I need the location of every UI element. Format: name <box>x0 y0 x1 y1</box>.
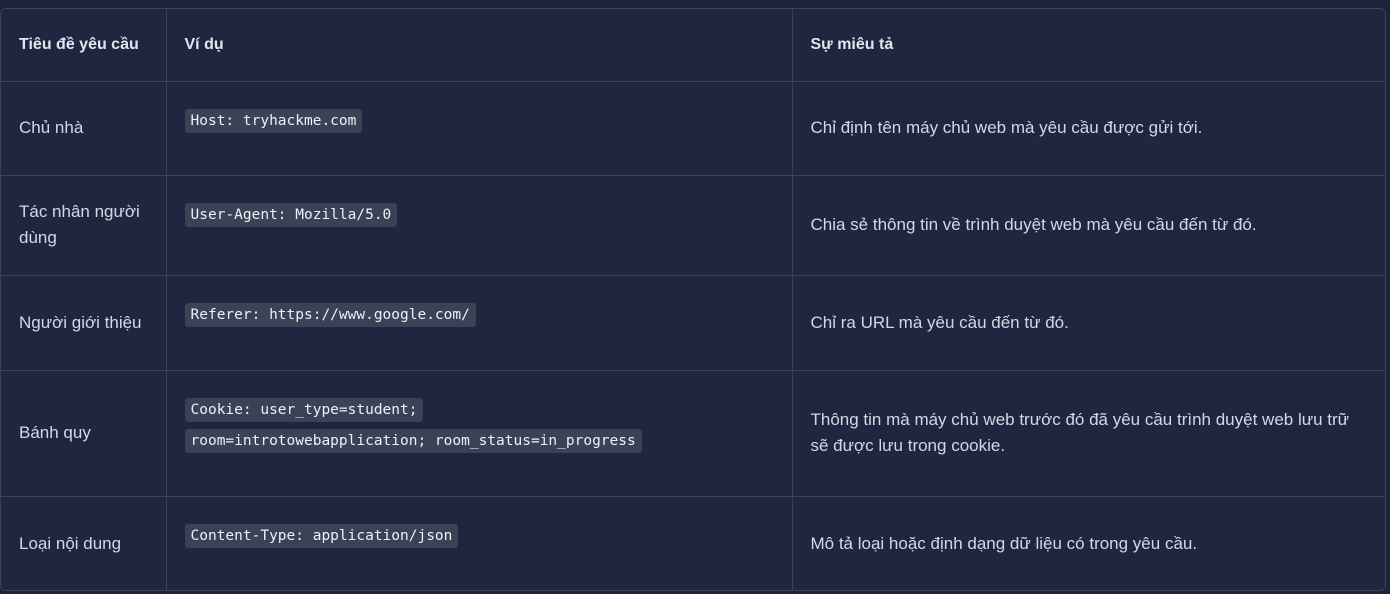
table-header-row: Tiêu đề yêu cầu Ví dụ Sự miêu tả <box>1 9 1385 82</box>
code-snippet: Host: tryhackme.com <box>184 108 363 133</box>
description-cell: Mô tả loại hoặc định dạng dữ liệu có tro… <box>810 533 1198 553</box>
column-header-name: Tiêu đề yêu cầu <box>1 9 167 82</box>
code-snippet: User-Agent: Mozilla/5.0 <box>184 202 398 227</box>
request-headers-table: Tiêu đề yêu cầu Ví dụ Sự miêu tả Chủ nhà… <box>0 8 1386 591</box>
header-name-cell: Chủ nhà <box>1 81 167 176</box>
header-name-cell: Người giới thiệu <box>1 275 167 371</box>
table-row: Tác nhân người dùng User-Agent: Mozilla/… <box>1 175 1385 276</box>
table-row: Chủ nhà Host: tryhackme.com Chỉ định tên… <box>1 81 1385 176</box>
example-cell: Host: tryhackme.com <box>166 81 793 176</box>
column-header-example: Ví dụ <box>166 9 793 82</box>
table-row: Loại nội dung Content-Type: application/… <box>1 496 1385 590</box>
description-cell: Chỉ định tên máy chủ web mà yêu cầu được… <box>792 81 1385 176</box>
description-cell: Thông tin mà máy chủ web trước đó đã yêu… <box>792 370 1385 497</box>
example-cell: Cookie: user_type=student; room=introtow… <box>166 370 793 497</box>
example-cell: Content-Type: application/json <box>166 496 793 590</box>
code-snippet: Content-Type: application/json <box>184 523 459 548</box>
example-cell: Referer: https://www.google.com/ <box>166 275 793 371</box>
description-cell: Chỉ ra URL mà yêu cầu đến từ đó. <box>792 275 1385 371</box>
header-name-cell: Loại nội dung <box>1 496 167 590</box>
table-row: Người giới thiệu Referer: https://www.go… <box>1 275 1385 371</box>
header-name-cell: Bánh quy <box>1 370 167 497</box>
headers-table: Tiêu đề yêu cầu Ví dụ Sự miêu tả Chủ nhà… <box>1 9 1385 590</box>
code-snippet: Cookie: user_type=student; room=introtow… <box>184 397 642 453</box>
header-name-cell: Tác nhân người dùng <box>1 175 167 276</box>
table-row: Bánh quy Cookie: user_type=student; room… <box>1 370 1385 497</box>
description-cell: Chia sẻ thông tin về trình duyệt web mà … <box>792 175 1385 276</box>
example-cell: User-Agent: Mozilla/5.0 <box>166 175 793 276</box>
column-header-description: Sự miêu tả <box>792 9 1385 82</box>
code-snippet: Referer: https://www.google.com/ <box>184 302 476 327</box>
